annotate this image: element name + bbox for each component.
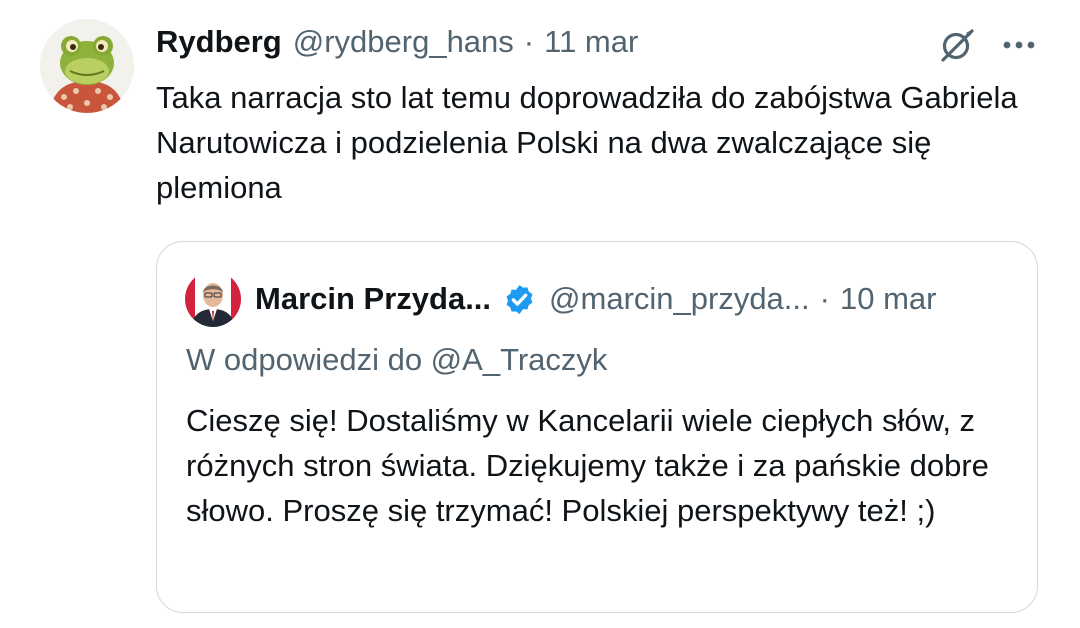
quoted-author-handle[interactable]: @marcin_przyda... (549, 281, 810, 317)
tweet-text: Taka narracja sto lat temu doprowadziła … (156, 80, 1018, 205)
tweet: Rydberg @rydberg_hans · 11 mar Taka narr… (0, 0, 1080, 628)
verified-badge-icon (506, 284, 533, 314)
reply-to-label: W odpowiedzi do @A_Traczyk (186, 342, 608, 377)
quoted-header-separator: · (819, 281, 830, 316)
tweet-date[interactable]: 11 mar (544, 24, 638, 60)
quoted-tweet-date[interactable]: 10 mar (840, 281, 936, 317)
tweet-header: Rydberg @rydberg_hans · 11 mar (156, 20, 638, 64)
frog-avatar-icon (40, 19, 134, 113)
author-avatar[interactable] (40, 19, 134, 113)
man-in-suit-avatar-icon (185, 271, 241, 327)
quoted-tweet-text: Cieszę się! Dostaliśmy w Kancelarii wiel… (186, 403, 989, 528)
header-separator: · (523, 24, 535, 59)
grok-icon[interactable] (935, 23, 979, 67)
quoted-tweet-card[interactable]: Marcin Przyda... @marcin_przyda... · 10 … (156, 241, 1038, 613)
quoted-author-avatar[interactable] (185, 271, 241, 327)
author-handle[interactable]: @rydberg_hans (293, 24, 514, 60)
quoted-author-display-name[interactable]: Marcin Przyda... (255, 281, 491, 317)
author-display-name[interactable]: Rydberg (156, 24, 282, 60)
more-options-icon[interactable] (994, 26, 1044, 64)
quoted-tweet-header: Marcin Przyda... @marcin_przyda... · 10 … (255, 277, 936, 321)
